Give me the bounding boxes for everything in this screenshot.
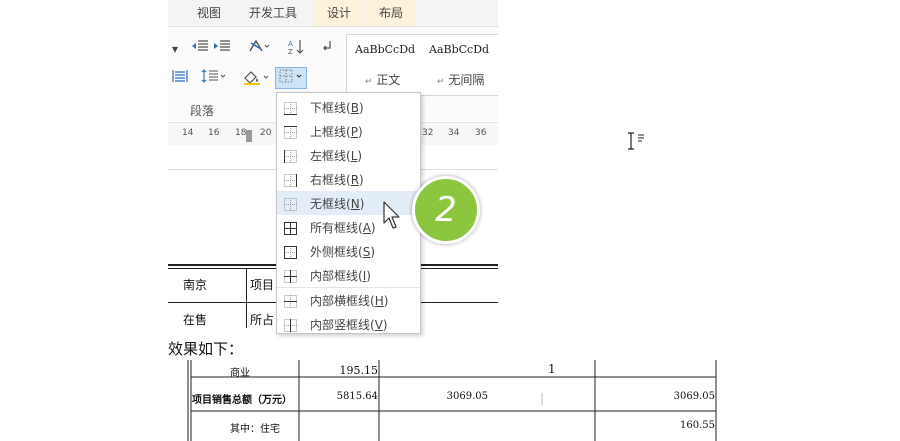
menu-item-label: 上框线(P): [310, 125, 363, 139]
menu-item-label: 下框线(B): [310, 101, 364, 115]
border-inside-icon: [284, 268, 297, 283]
chinese-layout-icon[interactable]: [244, 39, 274, 59]
menu-item-outside-borders[interactable]: 外侧框线(S): [277, 239, 420, 263]
menu-item-label: 内部竖框线(V): [310, 318, 388, 332]
menu-item-inside-vertical-border[interactable]: 内部竖框线(V): [277, 312, 420, 333]
table-cell[interactable]: 在售: [183, 311, 207, 328]
menu-item-bottom-border[interactable]: 下框线(B): [277, 95, 420, 119]
result-table: 商业 195.15 1 项目销售总额（万元） 5815.64 3069.05 3…: [168, 360, 720, 441]
menu-item-label: 左框线(L): [310, 149, 363, 163]
mouse-pointer-icon: [383, 201, 401, 231]
svg-text:Z: Z: [288, 48, 293, 55]
step-number-badge: 2: [412, 176, 480, 244]
border-top-icon: [284, 124, 297, 139]
tab-design[interactable]: 设计: [314, 0, 364, 26]
menu-item-label: 所有框线(A): [310, 221, 376, 235]
table-cell: 3069.05: [446, 391, 488, 402]
shading-icon[interactable]: [240, 69, 272, 89]
border-none-icon: [284, 196, 297, 211]
paragraph-mark-icon: ↵: [437, 77, 445, 87]
decrease-indent-icon[interactable]: [190, 39, 210, 59]
ruler-tick: 34: [448, 128, 460, 138]
table-cell: 160.55: [680, 420, 715, 431]
dropdown-arrow-icon[interactable]: ▾: [170, 39, 180, 59]
menu-item-label: 外侧框线(S): [310, 245, 376, 259]
border-right-icon: [284, 172, 297, 187]
caption-text: 效果如下：: [168, 340, 244, 358]
menu-item-label: 内部框线(I): [310, 269, 371, 283]
paragraph-mark-icon: ↵: [365, 77, 373, 87]
ruler-tick: 16: [208, 128, 220, 138]
border-all-icon: [284, 220, 297, 235]
menu-item-left-border[interactable]: 左框线(L): [277, 143, 420, 167]
ruler-tick: 20: [260, 128, 272, 138]
svg-text:A: A: [288, 40, 293, 48]
border-inside-vertical-icon: [284, 317, 297, 332]
table-cell: 1: [548, 362, 556, 376]
menu-item-inside-horizontal-border[interactable]: 内部横框线(H): [277, 288, 420, 312]
border-left-icon: [284, 148, 297, 163]
style-no-spacing-label: 无间隔: [448, 73, 485, 87]
table-cell: 其中：住宅: [230, 424, 280, 435]
style-normal-label: 正文: [376, 73, 401, 87]
ruler-tick: 18: [235, 128, 247, 138]
table-cell: 5815.64: [336, 391, 378, 402]
style-sample-no-spacing: AaBbCcDd: [429, 43, 490, 56]
table-cell[interactable]: 项目: [250, 276, 274, 293]
increase-indent-icon[interactable]: [212, 39, 232, 59]
table-cell[interactable]: 所占: [250, 311, 274, 328]
border-inside-horizontal-icon: [284, 293, 297, 308]
border-outside-icon: [284, 244, 297, 259]
tab-layout[interactable]: 布局: [366, 0, 416, 26]
line-spacing-icon[interactable]: [200, 69, 228, 89]
table-column-divider: [246, 268, 247, 328]
borders-dropdown-button[interactable]: [275, 67, 307, 89]
menu-item-label: 右框线(R): [310, 173, 364, 187]
ruler-indent-marker-icon[interactable]: [246, 127, 252, 142]
i-beam-cursor-icon: [626, 132, 650, 152]
ruler-tick: 32: [422, 128, 434, 138]
menu-item-label: 内部横框线(H): [310, 294, 389, 308]
menu-item-top-border[interactable]: 上框线(P): [277, 119, 420, 143]
styles-gallery[interactable]: AaBbCcDd AaBbCcDd ↵ 正文 ↵ 无间隔: [346, 34, 498, 96]
show-marks-icon[interactable]: [318, 39, 336, 59]
table-cell[interactable]: 南京: [183, 276, 207, 293]
paragraph-group-label: 段落: [190, 104, 215, 118]
style-name-normal[interactable]: ↵ 正文: [365, 71, 400, 88]
tab-developer[interactable]: 开发工具: [238, 0, 308, 26]
sort-icon[interactable]: AZ: [286, 39, 308, 59]
ribbon-tab-bar: 视图 开发工具 设计 布局: [168, 0, 498, 27]
menu-item-inside-borders[interactable]: 内部框线(I): [277, 263, 420, 287]
menu-item-right-border[interactable]: 右框线(R): [277, 167, 420, 191]
ruler-tick: 36: [475, 128, 487, 138]
tab-view[interactable]: 视图: [186, 0, 232, 26]
style-name-no-spacing[interactable]: ↵ 无间隔: [437, 71, 484, 88]
table-cell: 3069.05: [673, 391, 715, 402]
distributed-align-icon[interactable]: [170, 69, 190, 89]
style-sample-normal: AaBbCcDd: [355, 43, 416, 56]
table-cell: 195.15: [339, 364, 379, 377]
menu-item-label: 无框线(N): [310, 197, 365, 211]
border-bottom-icon: [284, 100, 297, 115]
ruler-tick: 14: [182, 128, 194, 138]
